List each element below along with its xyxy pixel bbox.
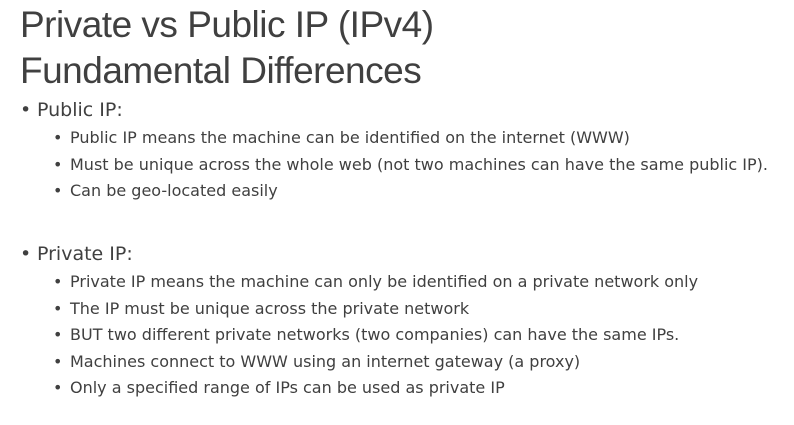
section-heading-text: Private IP: [37, 243, 133, 265]
list-item-text: Public IP means the machine can be ident… [70, 128, 630, 147]
list-item: • Only a specified range of IPs can be us… [53, 375, 790, 402]
bullet-list: • Public IP means the machine can be iden… [20, 125, 790, 205]
bullet-list: • Private IP means the machine can only b… [20, 269, 790, 402]
section-public-ip: • Public IP: • Public IP means the machin… [20, 98, 790, 205]
list-item-text: Private IP means the machine can only be… [70, 272, 699, 291]
title-line-2: Fundamental Differences [20, 50, 422, 91]
list-item: • Public IP means the machine can be iden… [53, 125, 790, 152]
list-item: • Machines connect to WWW using an intern… [53, 349, 790, 376]
bullet: • [53, 272, 63, 291]
list-item-text: The IP must be unique across the private… [70, 298, 470, 318]
bullet: • [53, 378, 63, 397]
bullet: • [53, 325, 63, 344]
bullet: • [53, 181, 63, 200]
slide-title: Private vs Public IP (IPv4) Fundamental … [20, 2, 434, 94]
list-item-text: Must be unique across the whole web (not… [70, 154, 768, 174]
bullet: • [53, 154, 63, 174]
list-item: • The IP must be unique across the privat… [53, 296, 790, 323]
section-private-ip: • Private IP: • Private IP means the mach… [20, 242, 790, 402]
list-item-text: Machines connect to WWW using an interne… [70, 351, 581, 371]
list-item: • Must be unique across the whole web (no… [53, 152, 790, 179]
section-heading: • Public IP: [20, 98, 790, 122]
bullet: • [20, 243, 32, 265]
title-line-1: Private vs Public IP (IPv4) [20, 4, 434, 45]
list-item: • Can be geo-located easily [53, 178, 790, 205]
section-heading-text: Public IP: [37, 99, 123, 121]
list-item-text: Can be geo-located easily [70, 181, 278, 200]
bullet: • [53, 128, 63, 147]
list-item: • BUT two different private networks (two… [53, 322, 790, 349]
list-item: • Private IP means the machine can only b… [53, 269, 790, 296]
bullet: • [20, 99, 32, 121]
list-item-text: BUT two different private networks (two … [70, 325, 680, 344]
list-item-text: Only a specified range of IPs can be use… [70, 378, 505, 397]
bullet: • [53, 298, 63, 318]
section-heading: • Private IP: [20, 242, 790, 266]
bullet: • [53, 351, 63, 371]
